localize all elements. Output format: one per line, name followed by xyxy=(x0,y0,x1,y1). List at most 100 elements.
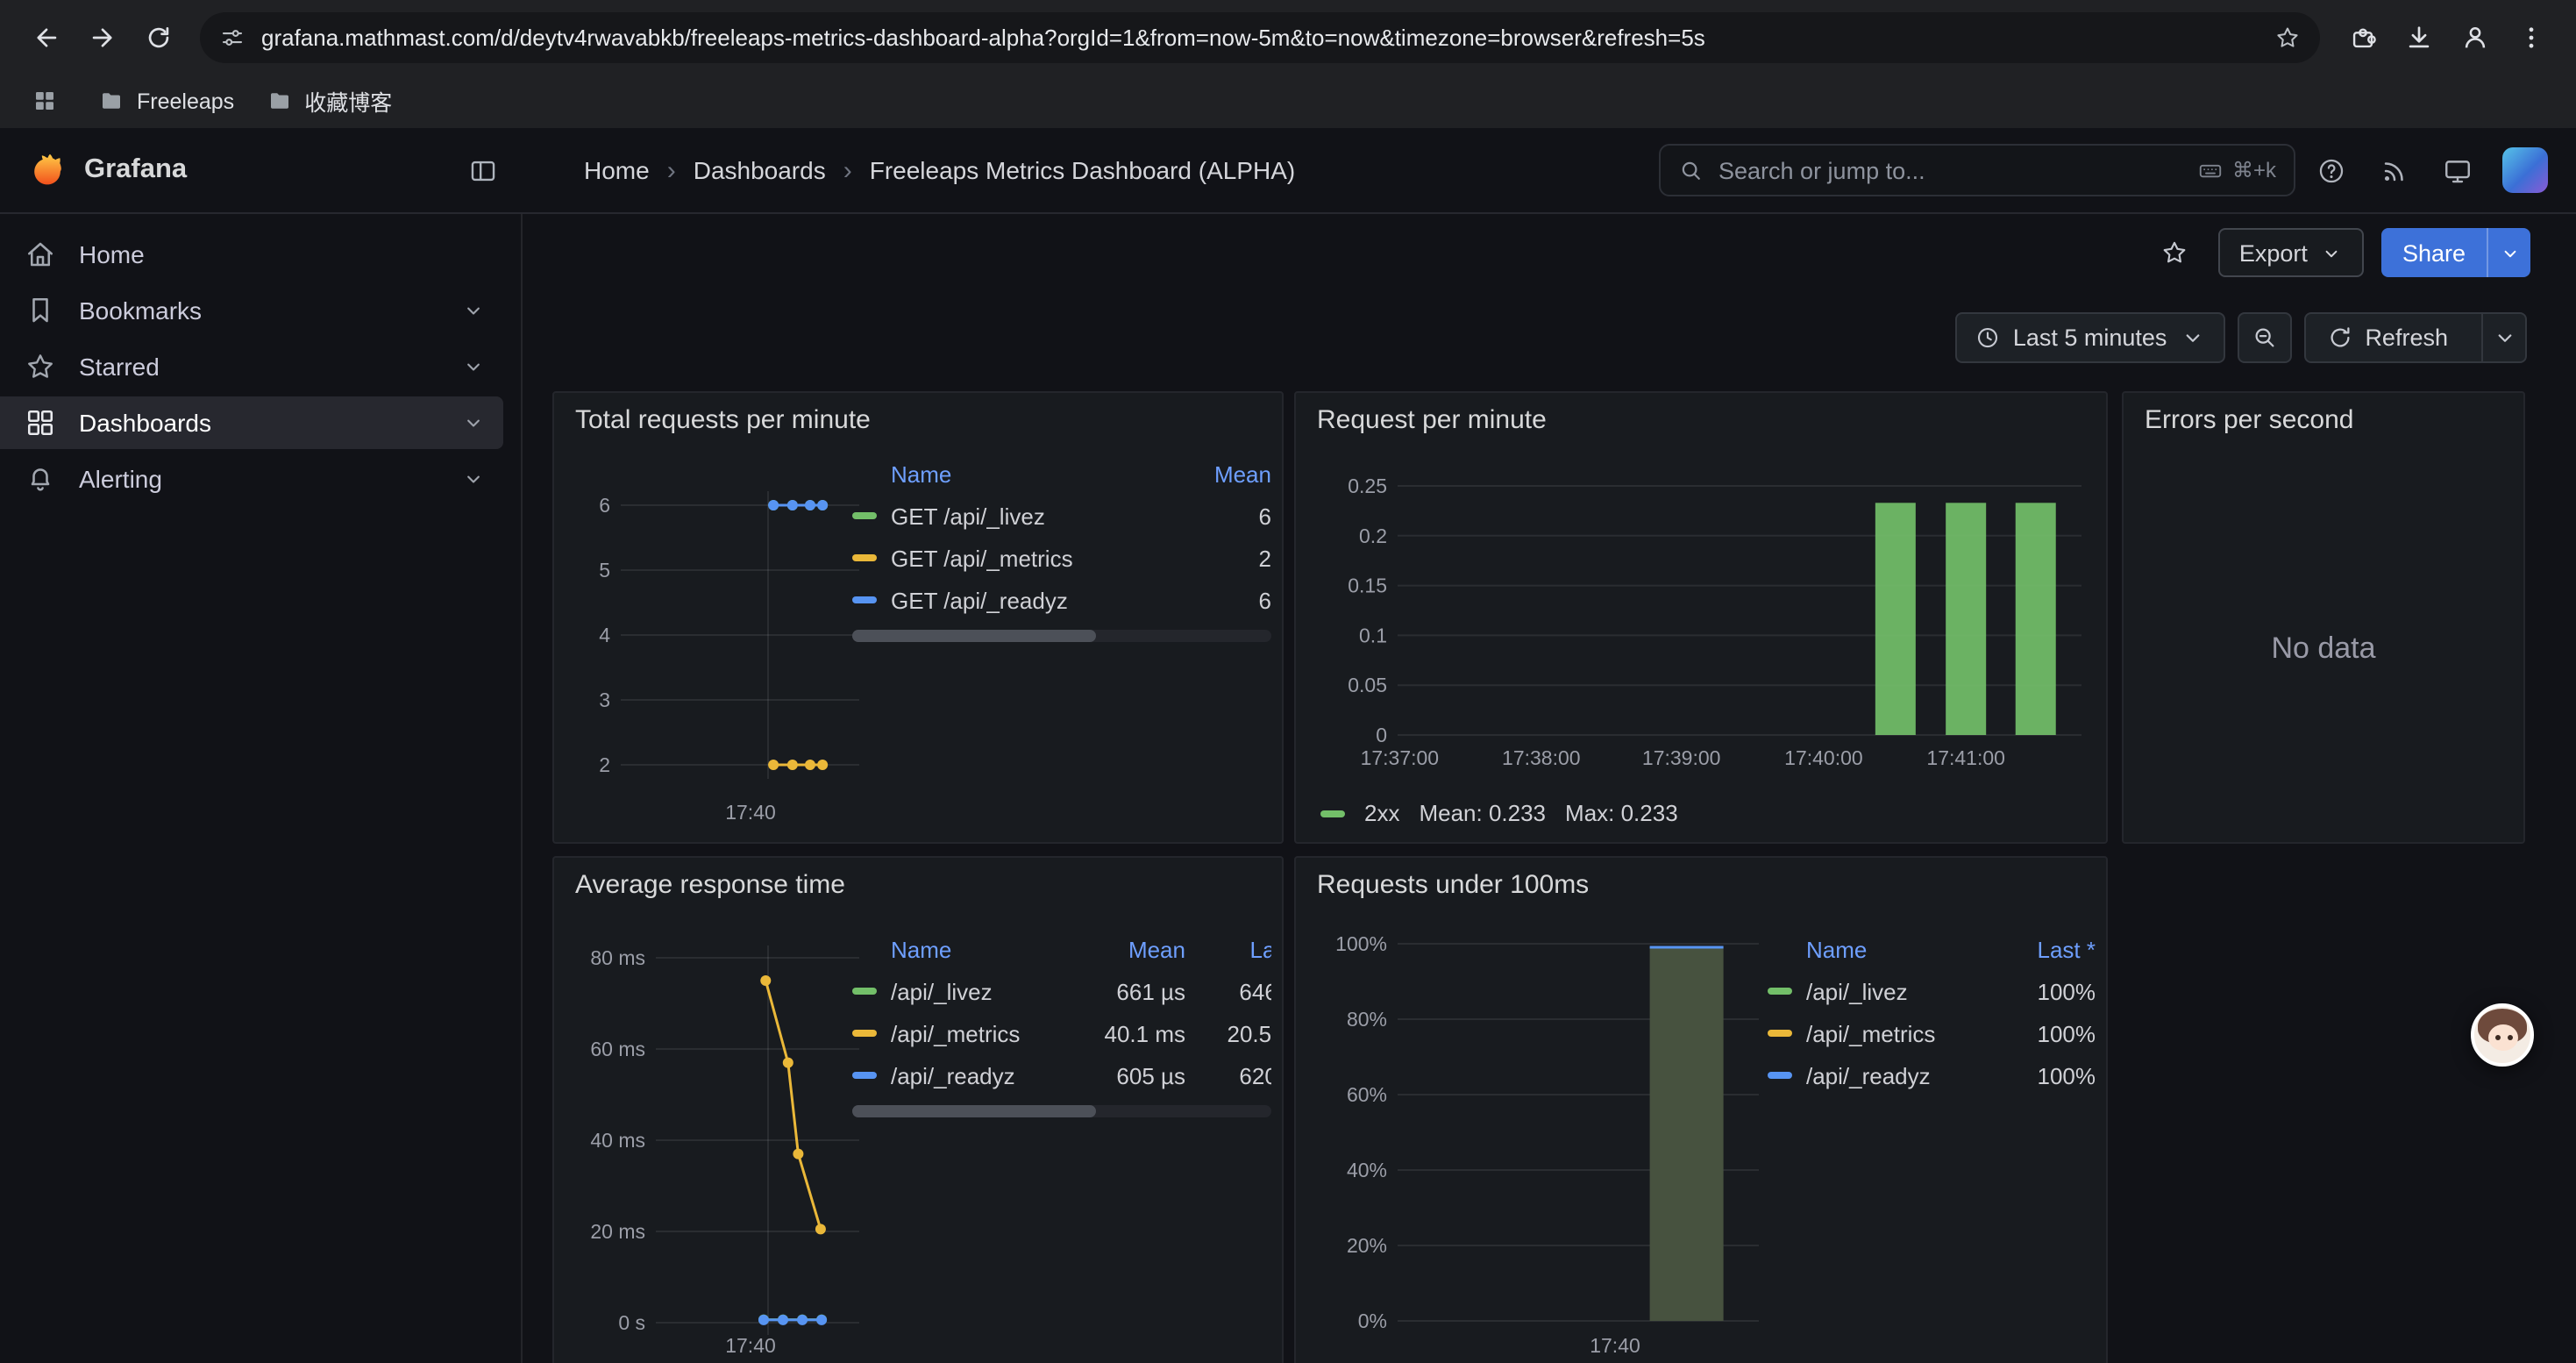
chevron-down-icon xyxy=(2179,324,2205,350)
search-input[interactable]: Search or jump to... ⌘+k xyxy=(1659,144,2295,196)
series-mean: Mean: 0.233 xyxy=(1419,800,1546,826)
sidebar-item-alerting[interactable]: Alerting xyxy=(0,453,503,505)
scrollbar-thumb[interactable] xyxy=(852,1105,1095,1117)
series-name: /api/_livez xyxy=(1806,978,1997,1004)
panel-title[interactable]: Requests under 100ms xyxy=(1296,858,2106,900)
breadcrumb-item[interactable]: Home xyxy=(584,156,650,184)
panel-requests-under-100ms: Requests under 100ms 100%80%60%40%20%0%1… xyxy=(1294,856,2108,1363)
scrollbar-thumb[interactable] xyxy=(852,630,1095,642)
requests-under-100ms-chart[interactable]: 100%80%60%40%20%0%17:40 xyxy=(1310,931,1766,1363)
legend-row[interactable]: 2xx Mean: 0.233 Max: 0.233 xyxy=(1320,800,1678,826)
browser-profile-button[interactable] xyxy=(2450,12,2499,61)
time-range-picker[interactable]: Last 5 minutes xyxy=(1955,311,2225,362)
series-value-mean: 6 xyxy=(1184,587,1271,613)
legend-row[interactable]: /api/_livez661 µs646 µs xyxy=(852,970,1271,1012)
sidebar-item-bookmarks[interactable]: Bookmarks xyxy=(0,284,503,337)
reload-button[interactable] xyxy=(133,12,182,61)
series-value-mean: 605 µs xyxy=(1073,1062,1185,1088)
series-name: /api/_livez xyxy=(891,978,1073,1004)
chevron-down-icon xyxy=(2491,324,2517,350)
chevron-down-icon[interactable] xyxy=(461,410,486,435)
bookmark-folder-freeleaps[interactable]: Freeleaps xyxy=(98,88,234,114)
svg-text:40 ms: 40 ms xyxy=(590,1129,645,1152)
legend-column-header[interactable]: Last * xyxy=(1997,936,2096,962)
series-name: /api/_metrics xyxy=(891,1020,1073,1046)
dashboard-toolbar: Export Share xyxy=(523,214,2576,291)
downloads-button[interactable] xyxy=(2394,12,2443,61)
display-button[interactable] xyxy=(2429,142,2485,198)
export-button[interactable]: Export xyxy=(2218,228,2364,277)
sidebar-item-starred[interactable]: Starred xyxy=(0,340,503,393)
legend-column-header[interactable]: Name xyxy=(1806,936,1997,962)
horizontal-scrollbar[interactable] xyxy=(852,630,1271,642)
series-color-chip xyxy=(852,988,877,995)
grafana-logo[interactable] xyxy=(25,149,67,191)
series-color-chip xyxy=(852,512,877,519)
request-per-minute-chart[interactable]: 0.250.20.150.10.05017:37:0017:38:0017:39… xyxy=(1310,456,2096,835)
news-button[interactable] xyxy=(2366,142,2422,198)
svg-text:5: 5 xyxy=(599,559,610,582)
bookmark-label: 收藏博客 xyxy=(304,84,392,118)
legend-row[interactable]: /api/_readyz100% xyxy=(1768,1054,2096,1096)
legend-row[interactable]: GET /api/_metrics2 xyxy=(852,537,1271,579)
share-split-button: Share xyxy=(2381,228,2530,277)
share-button[interactable]: Share xyxy=(2381,228,2487,277)
bookmark-folder-blogs[interactable]: 收藏博客 xyxy=(266,84,392,118)
puzzle-icon xyxy=(2347,22,2377,52)
refresh-button[interactable]: Refresh xyxy=(2305,313,2469,360)
back-button[interactable] xyxy=(21,12,70,61)
legend-row[interactable]: /api/_readyz605 µs620 µs xyxy=(852,1054,1271,1096)
series-value-last: 20.5 ms xyxy=(1185,1020,1271,1046)
series-value-mean: 40.1 ms xyxy=(1073,1020,1185,1046)
sidebar-item-dashboards[interactable]: Dashboards xyxy=(0,396,503,449)
chevron-down-icon[interactable] xyxy=(461,298,486,323)
legend-column-header[interactable]: Name xyxy=(891,460,1184,487)
browser-menu-button[interactable] xyxy=(2506,12,2555,61)
legend-column-header[interactable]: Last * xyxy=(1185,936,1271,962)
total-requests-chart[interactable]: 6543217:40 xyxy=(568,456,866,835)
svg-text:17:38:00: 17:38:00 xyxy=(1502,746,1581,769)
extensions-button[interactable] xyxy=(2338,12,2387,61)
assistant-avatar-widget[interactable] xyxy=(2471,1003,2534,1067)
legend-row[interactable]: /api/_livez100% xyxy=(1768,970,2096,1012)
forward-button[interactable] xyxy=(77,12,126,61)
horizontal-scrollbar[interactable] xyxy=(852,1105,1271,1117)
zoom-out-button[interactable] xyxy=(2237,311,2291,362)
favorite-dashboard-button[interactable] xyxy=(2148,226,2201,279)
breadcrumb-item[interactable]: Dashboards xyxy=(694,156,826,184)
site-settings-icon[interactable] xyxy=(219,24,246,50)
panel-title[interactable]: Total requests per minute xyxy=(554,393,1282,435)
user-avatar[interactable] xyxy=(2502,147,2548,193)
sidebar-toggle-button[interactable] xyxy=(468,155,498,185)
chevron-down-icon[interactable] xyxy=(461,354,486,379)
panel-title[interactable]: Average response time xyxy=(554,858,1282,900)
svg-text:17:37:00: 17:37:00 xyxy=(1361,746,1440,769)
average-response-time-chart[interactable]: 80 ms60 ms40 ms20 ms0 s17:40 xyxy=(568,931,866,1363)
series-color-chip xyxy=(1768,1072,1792,1079)
panel-title[interactable]: Errors per second xyxy=(2124,393,2523,435)
sidebar-item-home[interactable]: Home xyxy=(0,228,503,281)
refresh-interval-button[interactable] xyxy=(2481,313,2525,360)
chevron-down-icon[interactable] xyxy=(461,467,486,491)
legend-row[interactable]: /api/_metrics40.1 ms20.5 ms xyxy=(852,1012,1271,1054)
panel-errors-per-second: Errors per second No data xyxy=(2122,391,2525,844)
help-button[interactable] xyxy=(2302,142,2359,198)
legend-column-header[interactable]: Mean xyxy=(1184,460,1271,487)
grafana-header-left: Grafana xyxy=(0,149,523,191)
share-menu-button[interactable] xyxy=(2487,228,2530,277)
legend-row[interactable]: GET /api/_readyz6 xyxy=(852,579,1271,621)
svg-text:40%: 40% xyxy=(1347,1159,1387,1181)
bookmark-star-icon[interactable] xyxy=(2274,24,2301,50)
apps-shortcut-button[interactable] xyxy=(25,82,63,120)
series-name: GET /api/_metrics xyxy=(891,545,1184,571)
url-text[interactable]: grafana.mathmast.com/d/deytv4rwavabkb/fr… xyxy=(261,24,2259,50)
url-bar[interactable]: grafana.mathmast.com/d/deytv4rwavabkb/fr… xyxy=(200,11,2320,62)
legend-row[interactable]: /api/_metrics100% xyxy=(1768,1012,2096,1054)
legend-column-header[interactable]: Name xyxy=(891,936,1073,962)
series-name: 2xx xyxy=(1364,800,1399,826)
screen: grafana.mathmast.com/d/deytv4rwavabkb/fr… xyxy=(0,0,2576,1363)
legend-column-header[interactable]: Mean xyxy=(1073,936,1185,962)
legend-row[interactable]: GET /api/_livez6 xyxy=(852,495,1271,537)
panel-title[interactable]: Request per minute xyxy=(1296,393,2106,435)
svg-text:17:40: 17:40 xyxy=(1590,1334,1640,1357)
